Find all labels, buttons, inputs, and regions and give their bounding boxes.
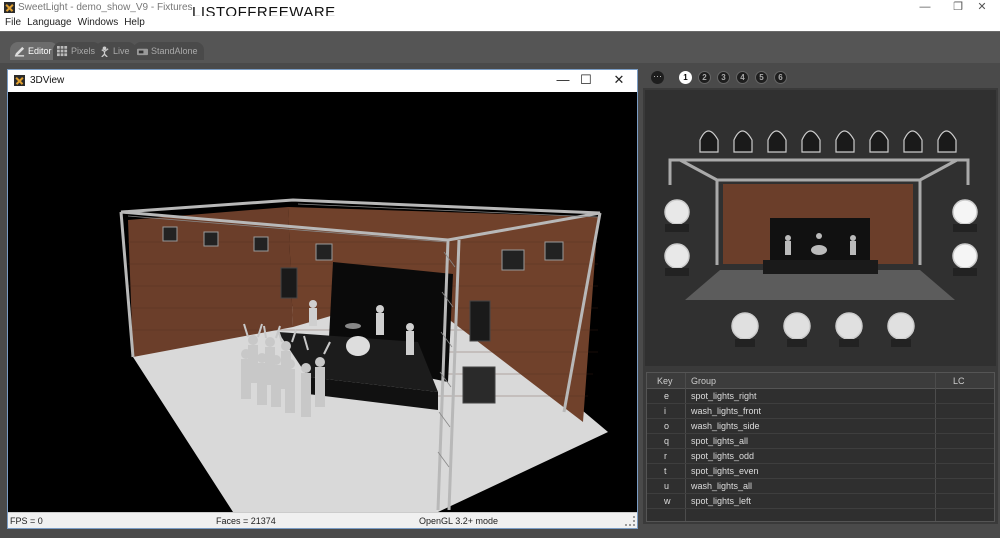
status-faces: Faces = 21374	[216, 516, 276, 526]
table-row[interactable]: t spot_lights_even	[647, 464, 994, 479]
speaker-box	[462, 366, 496, 404]
mode-toolbar: Editor Pixels Live StandAlone	[0, 31, 1000, 63]
drum-kit	[346, 336, 370, 356]
status-fps: FPS = 0	[10, 516, 43, 526]
row-key: t	[664, 466, 667, 476]
window-minimize-button[interactable]: —	[908, 0, 942, 16]
table-row[interactable]: q spot_lights_all	[647, 434, 994, 449]
status-opengl: OpenGL 3.2+ mode	[419, 516, 498, 526]
preset-menu-button[interactable]: ···	[651, 71, 664, 84]
preset-6-button[interactable]: 6	[774, 71, 787, 84]
tab-editor[interactable]: Editor	[10, 42, 58, 60]
row-key: e	[664, 391, 670, 401]
speaker-left	[280, 267, 298, 299]
tab-pixels[interactable]: Pixels	[53, 42, 102, 60]
row-group: spot_lights_left	[691, 496, 752, 506]
fixture-layout-preview[interactable]	[645, 90, 996, 366]
window-titlebar: SweetLight - demo_show_V9 - Fixtures LIS…	[0, 0, 1000, 21]
tab-editor-label: Editor	[28, 46, 52, 56]
row-group: spot_lights_all	[691, 436, 749, 446]
view3d-logo-icon	[14, 75, 25, 86]
row-key: i	[664, 406, 666, 416]
tab-live-label: Live	[113, 46, 130, 56]
pixels-icon	[57, 45, 68, 56]
editor-icon	[14, 46, 25, 57]
preset-5-button[interactable]: 5	[755, 71, 768, 84]
groups-table-header: Key Group LC	[647, 373, 994, 389]
column-key-header[interactable]: Key	[657, 376, 673, 386]
live-icon	[101, 45, 109, 57]
view3d-title: 3DView	[30, 75, 65, 86]
row-key: q	[664, 436, 670, 446]
table-row[interactable]: o wash_lights_side	[647, 419, 994, 434]
table-row[interactable]: r spot_lights_odd	[647, 449, 994, 464]
tab-pixels-label: Pixels	[71, 46, 96, 56]
row-group: spot_lights_right	[691, 391, 757, 401]
fixtures-panel: ··· 1 2 3 4 5 6 Key Group LC e spot_ligh…	[643, 66, 998, 524]
tab-standalone-label: StandAlone	[151, 46, 198, 56]
menu-help[interactable]: Help	[123, 16, 150, 31]
preset-2-button[interactable]: 2	[698, 71, 711, 84]
view3d-titlebar: 3DView — ☐ ✕	[8, 70, 637, 92]
view3d-window: 3DView — ☐ ✕ FPS = 0 Faces = 21374 OpenG…	[7, 69, 638, 529]
stage-3d-viewport[interactable]	[8, 92, 637, 512]
tab-live[interactable]: Live	[95, 42, 136, 60]
column-group-header[interactable]: Group	[691, 376, 716, 386]
row-group: wash_lights_side	[691, 421, 760, 431]
row-key: u	[664, 481, 670, 491]
standalone-icon	[137, 48, 148, 55]
menu-file[interactable]: File	[4, 16, 26, 31]
row-group: wash_lights_front	[691, 406, 762, 416]
preview-front-washes	[731, 312, 915, 340]
table-row[interactable]: w spot_lights_left	[647, 494, 994, 509]
view3d-maximize-button[interactable]: ☐	[575, 73, 597, 89]
view3d-statusbar: FPS = 0 Faces = 21374 OpenGL 3.2+ mode	[8, 512, 637, 528]
preview-floor	[685, 270, 955, 300]
row-key: w	[664, 496, 671, 506]
preset-1-button[interactable]: 1	[679, 71, 692, 84]
table-row[interactable]: e spot_lights_right	[647, 389, 994, 404]
table-row[interactable]: u wash_lights_all	[647, 479, 994, 494]
row-key: r	[664, 451, 667, 461]
tab-standalone[interactable]: StandAlone	[133, 42, 204, 60]
menu-language[interactable]: Language	[26, 16, 77, 31]
groups-table: Key Group LC e spot_lights_right i wash_…	[646, 372, 995, 522]
menu-bar: File Language Windows Help	[0, 16, 1000, 31]
row-group: spot_lights_odd	[691, 451, 755, 461]
preview-top-spots	[699, 130, 957, 153]
view3d-close-button[interactable]: ✕	[608, 73, 630, 89]
sweetlight-logo-icon	[4, 2, 15, 13]
window-close-button[interactable]: ✕	[965, 0, 999, 16]
row-key: o	[664, 421, 670, 431]
preset-bar: ··· 1 2 3 4 5 6	[643, 66, 998, 88]
row-group: spot_lights_even	[691, 466, 759, 476]
window-title: SweetLight - demo_show_V9 - Fixtures	[18, 2, 193, 13]
preset-3-button[interactable]: 3	[717, 71, 730, 84]
speaker-right	[469, 300, 491, 342]
row-group: wash_lights_all	[691, 481, 753, 491]
table-row[interactable]: i wash_lights_front	[647, 404, 994, 419]
preset-4-button[interactable]: 4	[736, 71, 749, 84]
view3d-minimize-button[interactable]: —	[552, 73, 574, 89]
menu-windows[interactable]: Windows	[77, 16, 124, 31]
resize-grip[interactable]	[625, 516, 635, 526]
column-lc-header[interactable]: LC	[953, 376, 965, 386]
